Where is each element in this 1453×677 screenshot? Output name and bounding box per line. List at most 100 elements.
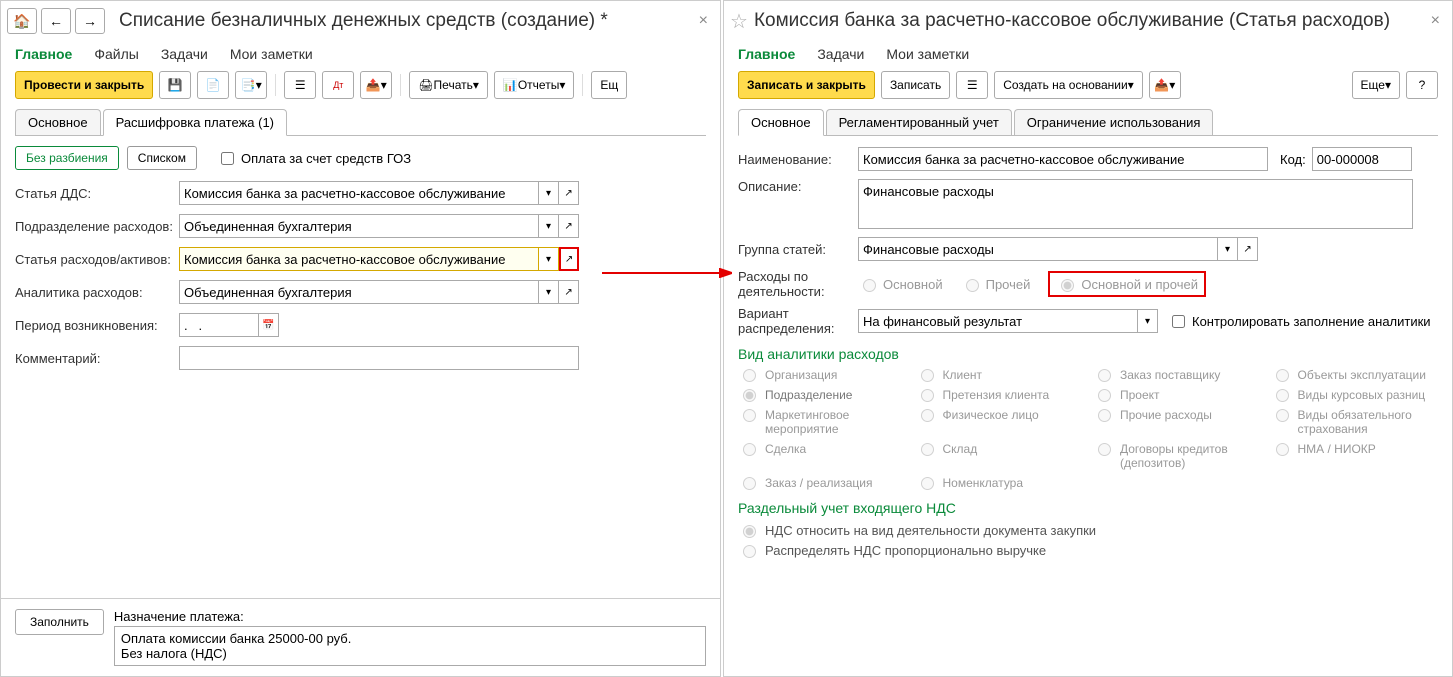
home-button[interactable]: 🏠 <box>7 8 37 34</box>
analytics-radio-item[interactable]: Сделка <box>738 442 906 470</box>
analytics-radio-item[interactable]: Заказ / реализация <box>738 476 906 490</box>
sub-tab-main-r[interactable]: Основное <box>738 109 824 136</box>
window-title-left: Списание безналичных денежных средств (с… <box>119 10 693 32</box>
activity-label: Расходы по деятельности: <box>738 269 858 299</box>
print-button[interactable]: 🖨 Печать ▾ <box>409 71 488 99</box>
radio-main[interactable]: Основной <box>858 276 943 292</box>
goz-checkbox[interactable]: Оплата за счет средств ГОЗ <box>217 149 411 168</box>
analytics-radio-item[interactable]: Договоры кредитов (депозитов) <box>1093 442 1261 470</box>
list-icon[interactable]: ☰ <box>956 71 988 99</box>
period-label: Период возникновения: <box>15 318 179 333</box>
more-button[interactable]: Ещ <box>591 71 627 99</box>
open-icon[interactable]: ↗ <box>559 214 579 238</box>
chevron-down-icon[interactable]: ▾ <box>539 181 559 205</box>
fill-button[interactable]: Заполнить <box>15 609 104 635</box>
analytics-radio-item[interactable]: Виды курсовых разниц <box>1271 388 1439 402</box>
analytics-section-title: Вид аналитики расходов <box>738 346 1438 362</box>
analytics-radio-item[interactable]: Заказ поставщику <box>1093 368 1261 382</box>
analytics-radio-item[interactable]: Физическое лицо <box>916 408 1084 436</box>
tab-main[interactable]: Главное <box>15 43 72 65</box>
variant-input[interactable] <box>858 309 1138 333</box>
create-based-button[interactable]: Создать на основании ▾ <box>994 71 1143 99</box>
dds-label: Статья ДДС: <box>15 186 179 201</box>
mode-no-split[interactable]: Без разбиения <box>15 146 119 170</box>
mode-list[interactable]: Списком <box>127 146 197 170</box>
control-checkbox[interactable]: Контролировать заполнение аналитики <box>1168 312 1431 331</box>
analytics-radio-item[interactable]: Проект <box>1093 388 1261 402</box>
tab-tasks-r[interactable]: Задачи <box>817 43 864 65</box>
analytics-radio-item[interactable]: Номенклатура <box>916 476 1084 490</box>
forward-button[interactable]: → <box>75 8 105 34</box>
radio-other[interactable]: Прочей <box>961 276 1031 292</box>
chevron-down-icon[interactable]: ▾ <box>1218 237 1238 261</box>
export-icon[interactable]: 📤▾ <box>1149 71 1181 99</box>
dt-kt-icon[interactable]: Дт <box>322 71 354 99</box>
name-input[interactable] <box>858 147 1268 171</box>
analytics-radio-item[interactable]: Претензия клиента <box>916 388 1084 402</box>
desc-textarea[interactable]: Финансовые расходы <box>858 179 1413 229</box>
expense-input[interactable] <box>179 247 539 271</box>
chevron-down-icon[interactable]: ▾ <box>539 214 559 238</box>
save-and-close-button[interactable]: Записать и закрыть <box>738 71 875 99</box>
vat-radio-1[interactable]: НДС относить на вид деятельности докумен… <box>738 522 1438 538</box>
code-input[interactable] <box>1312 147 1412 171</box>
analytics-radio-item[interactable]: Маркетинговое мероприятие <box>738 408 906 436</box>
analytics-radio-item[interactable]: Подразделение <box>738 388 906 402</box>
chevron-down-icon[interactable]: ▾ <box>539 280 559 304</box>
analytics-radio-item[interactable]: Организация <box>738 368 906 382</box>
analytics-radio-item[interactable]: НМА / НИОКР <box>1271 442 1439 470</box>
analytics-radio-item[interactable]: Объекты эксплуатации <box>1271 368 1439 382</box>
analytics-radio-item[interactable] <box>1093 476 1261 490</box>
analytics-radio-item[interactable]: Клиент <box>916 368 1084 382</box>
tab-notes-r[interactable]: Мои заметки <box>886 43 969 65</box>
code-label: Код: <box>1280 152 1306 167</box>
group-input[interactable] <box>858 237 1218 261</box>
dds-input[interactable] <box>179 181 539 205</box>
dk-icon[interactable]: 📑▾ <box>235 71 267 99</box>
more-button-r[interactable]: Еще ▾ <box>1352 71 1400 99</box>
save-icon[interactable]: 💾 <box>159 71 191 99</box>
post-and-close-button[interactable]: Провести и закрыть <box>15 71 153 99</box>
analytics-input[interactable] <box>179 280 539 304</box>
sub-tab-main[interactable]: Основное <box>15 109 101 136</box>
vat-radio-2[interactable]: Распределять НДС пропорционально выручке <box>738 542 1438 558</box>
open-expense-icon[interactable]: ↗ <box>559 247 579 271</box>
purpose-text[interactable]: Оплата комиссии банка 25000-00 руб. Без … <box>114 626 706 666</box>
sub-tab-restrict[interactable]: Ограничение использования <box>1014 109 1214 136</box>
comment-input[interactable] <box>179 346 579 370</box>
period-input[interactable] <box>179 313 259 337</box>
open-icon[interactable]: ↗ <box>559 280 579 304</box>
chevron-down-icon[interactable]: ▾ <box>1138 309 1158 333</box>
save-button[interactable]: Записать <box>881 71 950 99</box>
tab-files[interactable]: Файлы <box>94 43 138 65</box>
help-icon[interactable]: ? <box>1406 71 1438 99</box>
window-title-right: Комиссия банка за расчетно-кассовое обсл… <box>754 10 1425 32</box>
radio-both[interactable]: Основной и прочей <box>1056 276 1198 292</box>
dept-label: Подразделение расходов: <box>15 219 179 234</box>
export-icon[interactable]: 📤▾ <box>360 71 392 99</box>
close-icon[interactable]: × <box>693 12 714 30</box>
open-icon[interactable]: ↗ <box>1238 237 1258 261</box>
list-icon[interactable]: ☰ <box>284 71 316 99</box>
open-icon[interactable]: ↗ <box>559 181 579 205</box>
variant-label: Вариант распределения: <box>738 306 858 336</box>
analytics-radio-item[interactable] <box>1271 476 1439 490</box>
chevron-down-icon[interactable]: ▾ <box>539 247 559 271</box>
analytics-radio-item[interactable]: Виды обязательного страхования <box>1271 408 1439 436</box>
calendar-icon[interactable]: 📅 <box>259 313 279 337</box>
comment-label: Комментарий: <box>15 351 179 366</box>
purpose-label: Назначение платежа: <box>114 609 706 624</box>
dept-input[interactable] <box>179 214 539 238</box>
back-button[interactable]: ← <box>41 8 71 34</box>
analytics-radio-item[interactable]: Склад <box>916 442 1084 470</box>
reports-button[interactable]: 📊 Отчеты ▾ <box>494 71 574 99</box>
sub-tab-reg[interactable]: Регламентированный учет <box>826 109 1012 136</box>
close-icon[interactable]: × <box>1425 12 1446 30</box>
analytics-radio-item[interactable]: Прочие расходы <box>1093 408 1261 436</box>
post-icon[interactable]: 📄 <box>197 71 229 99</box>
tab-main-r[interactable]: Главное <box>738 43 795 65</box>
star-icon[interactable]: ☆ <box>730 9 748 34</box>
tab-tasks[interactable]: Задачи <box>161 43 208 65</box>
sub-tab-detail[interactable]: Расшифровка платежа (1) <box>103 109 287 136</box>
tab-notes[interactable]: Мои заметки <box>230 43 313 65</box>
